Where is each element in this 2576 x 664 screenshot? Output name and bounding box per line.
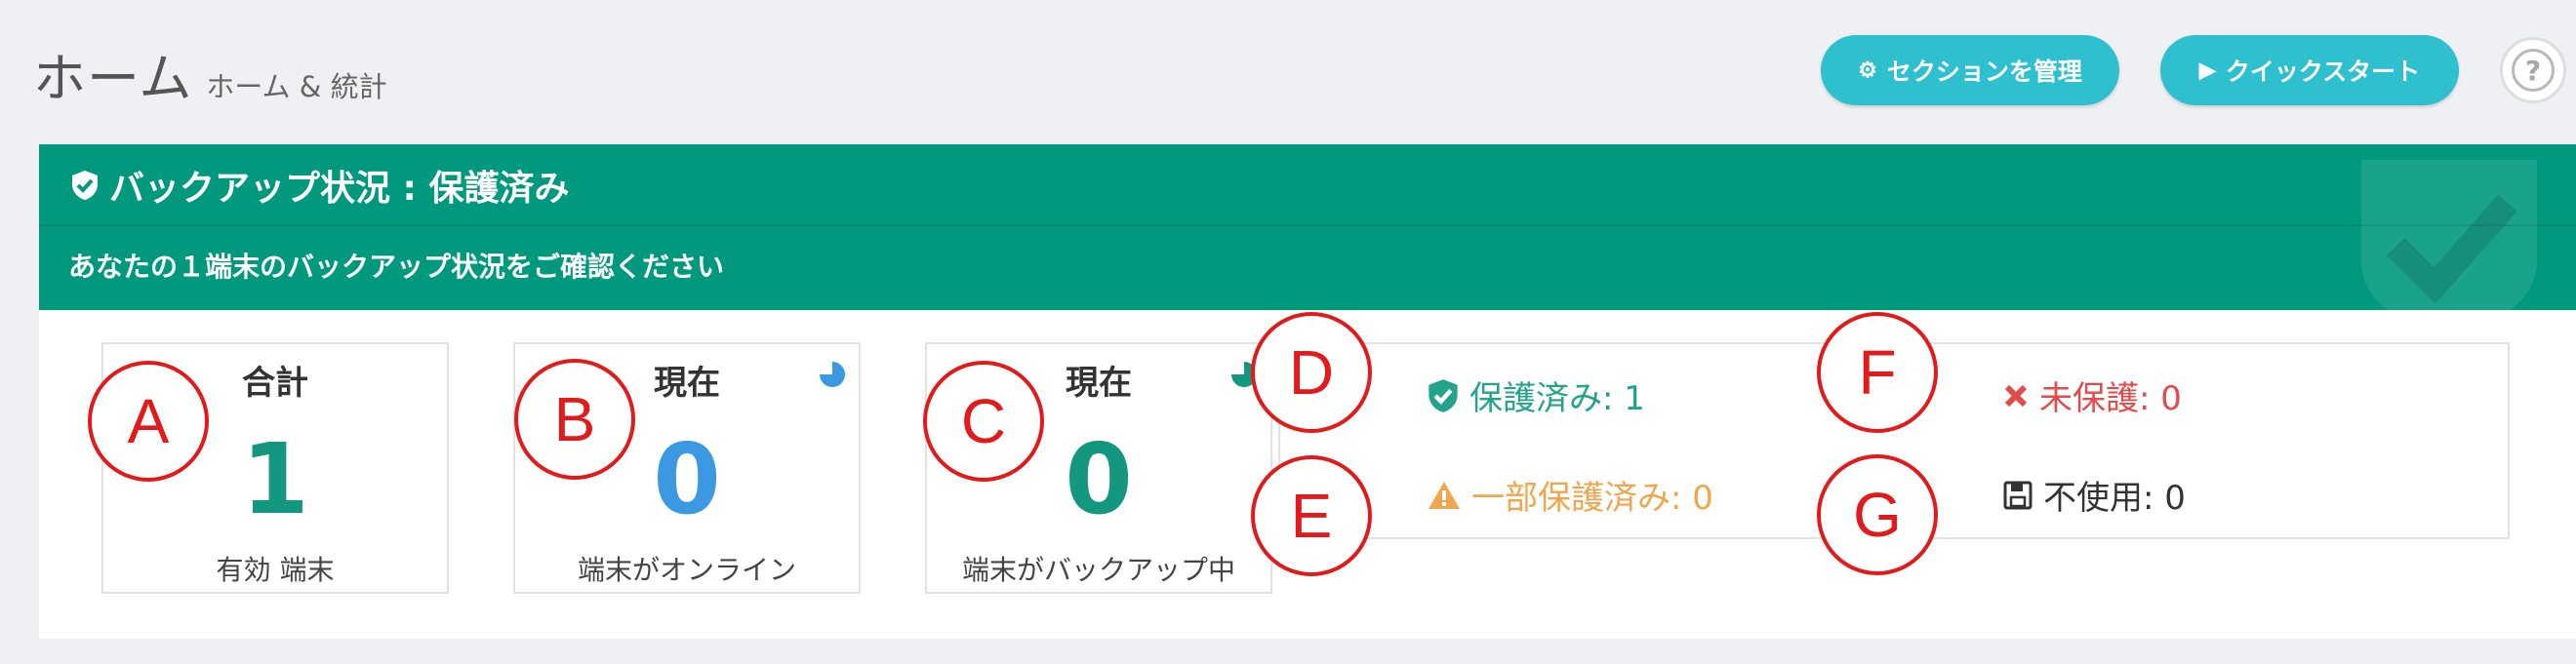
page-title-main: ホーム: [33, 48, 193, 109]
quick-start-label: クイックスタート: [2225, 59, 2421, 86]
backup-status-title: バックアップ状況 : 保護済み: [70, 158, 569, 213]
shield-watermark-icon: [2361, 160, 2537, 310]
callout-e: E: [1251, 455, 1372, 576]
header-divider: [39, 224, 2576, 226]
backup-status-header: バックアップ状況 : 保護済み あなたの１端末のバックアップ状況をご確認ください: [39, 144, 2576, 310]
partially-protected-status: 一部保護済み: 0: [1427, 471, 1713, 519]
shield-check-icon: [72, 171, 98, 200]
backing-up-footer: 端末がバックアップ中: [961, 554, 1235, 586]
shield-check-icon: [1429, 378, 1458, 412]
backup-status-title-text: バックアップ状況 : 保護済み: [109, 169, 570, 209]
play-icon: ▶: [2198, 58, 2216, 82]
online-footer: 端末がオンライン: [577, 554, 796, 586]
help-button[interactable]: ?: [2500, 37, 2566, 103]
unprotected-status: 未保護: 0: [2002, 371, 2182, 419]
callout-g: G: [1817, 454, 1938, 575]
page-title: ホーム ホーム & 統計: [33, 35, 387, 112]
callout-a: A: [88, 361, 209, 482]
warning-icon: [1429, 481, 1460, 509]
protected-status: 保護済み: 1: [1427, 371, 1645, 419]
gear-icon: ⚙: [1858, 58, 1877, 82]
backup-status-description: あなたの１端末のバックアップ状況をご確認ください: [68, 251, 725, 283]
unprotected-text: 未保護: 0: [2039, 379, 2182, 418]
help-icon: ?: [2512, 49, 2555, 92]
page-subtitle: ホーム & 統計: [206, 70, 387, 103]
save-disk-icon: [2003, 481, 2033, 509]
unused-text: 不使用: 0: [2043, 479, 2186, 518]
callout-d: D: [1251, 312, 1372, 433]
total-footer: 有効 端末: [216, 554, 335, 586]
partially-protected-text: 一部保護済み: 0: [1471, 479, 1713, 518]
callout-f: F: [1817, 312, 1938, 433]
close-icon: [2004, 384, 2028, 407]
callout-b: B: [514, 359, 635, 480]
callout-c: C: [923, 361, 1044, 482]
manage-sections-button[interactable]: ⚙ セクションを管理: [1821, 35, 2119, 105]
manage-sections-label: セクションを管理: [1886, 59, 2082, 86]
protected-text: 保護済み: 1: [1469, 379, 1645, 418]
pie-chart-icon: [820, 362, 845, 387]
unused-status: 不使用: 0: [2002, 471, 2186, 519]
quick-start-button[interactable]: ▶ クイックスタート: [2160, 35, 2459, 105]
